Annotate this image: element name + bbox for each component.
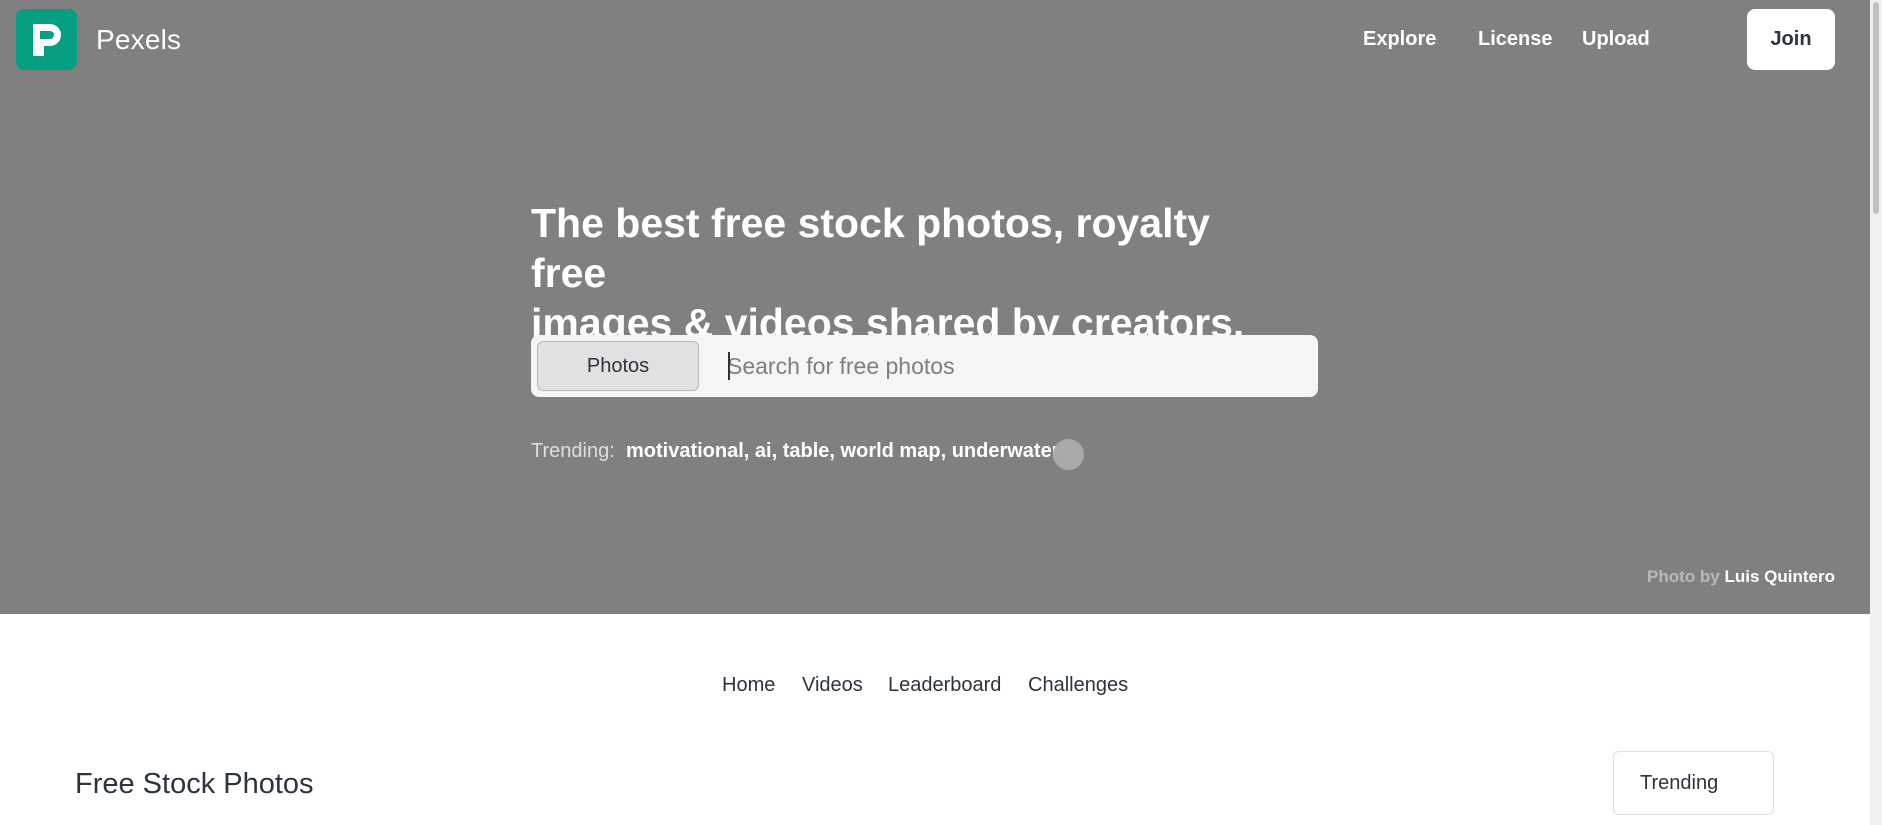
photo-credit-author[interactable]: Luis Quintero bbox=[1725, 567, 1836, 586]
page: Pexels Explore License Upload Join The b… bbox=[0, 0, 1882, 825]
more-dot-icon[interactable] bbox=[1053, 439, 1084, 470]
top-navigation: Pexels Explore License Upload Join bbox=[0, 0, 1870, 82]
join-button[interactable]: Join bbox=[1747, 9, 1835, 70]
trending-term[interactable]: world map bbox=[841, 440, 941, 462]
hero-headline: The best free stock photos, royalty free… bbox=[531, 198, 1291, 348]
trending-term[interactable]: ai bbox=[755, 440, 772, 462]
sort-dropdown[interactable]: Trending bbox=[1613, 751, 1774, 815]
pexels-logo-icon[interactable] bbox=[16, 9, 77, 70]
nav-upload[interactable]: Upload bbox=[1582, 28, 1650, 51]
search-type-dropdown[interactable]: Photos bbox=[537, 341, 699, 391]
subnav-leaderboard[interactable]: Leaderboard bbox=[888, 674, 1001, 697]
trending-term[interactable]: underwater bbox=[952, 440, 1060, 462]
section-title: Free Stock Photos bbox=[75, 768, 314, 800]
trending-term[interactable]: table bbox=[783, 440, 830, 462]
search-bar: Photos bbox=[531, 335, 1318, 397]
hero-banner: Pexels Explore License Upload Join The b… bbox=[0, 0, 1870, 614]
search-input[interactable] bbox=[727, 345, 1307, 387]
subnav-challenges[interactable]: Challenges bbox=[1028, 674, 1128, 697]
trending-label: Trending: bbox=[531, 440, 615, 462]
nav-license[interactable]: License bbox=[1478, 28, 1552, 51]
brand-name[interactable]: Pexels bbox=[96, 24, 181, 56]
logo-glyph-icon bbox=[33, 24, 61, 56]
headline-line-1: The best free stock photos, royalty free bbox=[531, 200, 1210, 296]
trending-terms: motivational, ai, table, world map, unde… bbox=[626, 440, 1060, 462]
nav-explore[interactable]: Explore bbox=[1363, 28, 1436, 51]
subnav-home[interactable]: Home bbox=[722, 674, 775, 697]
photo-credit-prefix: Photo by bbox=[1647, 567, 1720, 586]
text-cursor bbox=[728, 352, 730, 380]
subnav-videos[interactable]: Videos bbox=[802, 674, 863, 697]
photo-credit: Photo by Luis Quintero bbox=[1647, 567, 1835, 587]
trending-term[interactable]: motivational bbox=[626, 440, 744, 462]
scrollbar-thumb[interactable] bbox=[1873, 2, 1879, 214]
